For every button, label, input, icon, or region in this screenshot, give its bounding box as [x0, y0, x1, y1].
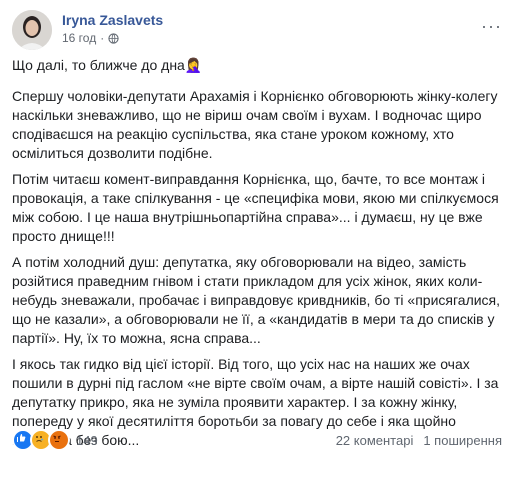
globe-icon: [108, 32, 119, 44]
reactions[interactable]: 149: [12, 429, 98, 451]
post-paragraph-2: Потім читаєш комент-виправдання Корнієнк…: [12, 171, 499, 244]
avatar[interactable]: [12, 10, 52, 50]
shares-count[interactable]: 1 поширення: [423, 433, 502, 448]
comments-count[interactable]: 22 коментарі: [336, 433, 414, 448]
more-icon[interactable]: ···: [481, 16, 502, 37]
post-author[interactable]: Iryna Zaslavets: [62, 12, 163, 28]
reaction-count: 149: [76, 432, 98, 448]
post-paragraph-1: Спершу чоловіки-депутати Арахамія і Корн…: [12, 88, 498, 161]
facebook-post: Iryna Zaslavets 16 год · ··· Що далі, то…: [0, 0, 514, 481]
post-time[interactable]: 16 год: [62, 31, 96, 45]
avatar-icon: [12, 10, 52, 50]
post-content: Що далі, то ближче до дна🤦‍♀️ Спершу чол…: [12, 56, 502, 457]
separator-dot: ·: [100, 31, 105, 45]
post-header: Iryna Zaslavets 16 год · ···: [12, 10, 502, 50]
post-meta: 16 год ·: [62, 31, 119, 45]
post-paragraph-3: А потім холодний душ: депутатка, яку обг…: [12, 254, 501, 346]
post-footer: 149 22 коментарі 1 поширення: [12, 428, 502, 452]
angry-icon: [48, 429, 70, 451]
post-intro: Що далі, то ближче до дна🤦‍♀️: [12, 57, 203, 73]
